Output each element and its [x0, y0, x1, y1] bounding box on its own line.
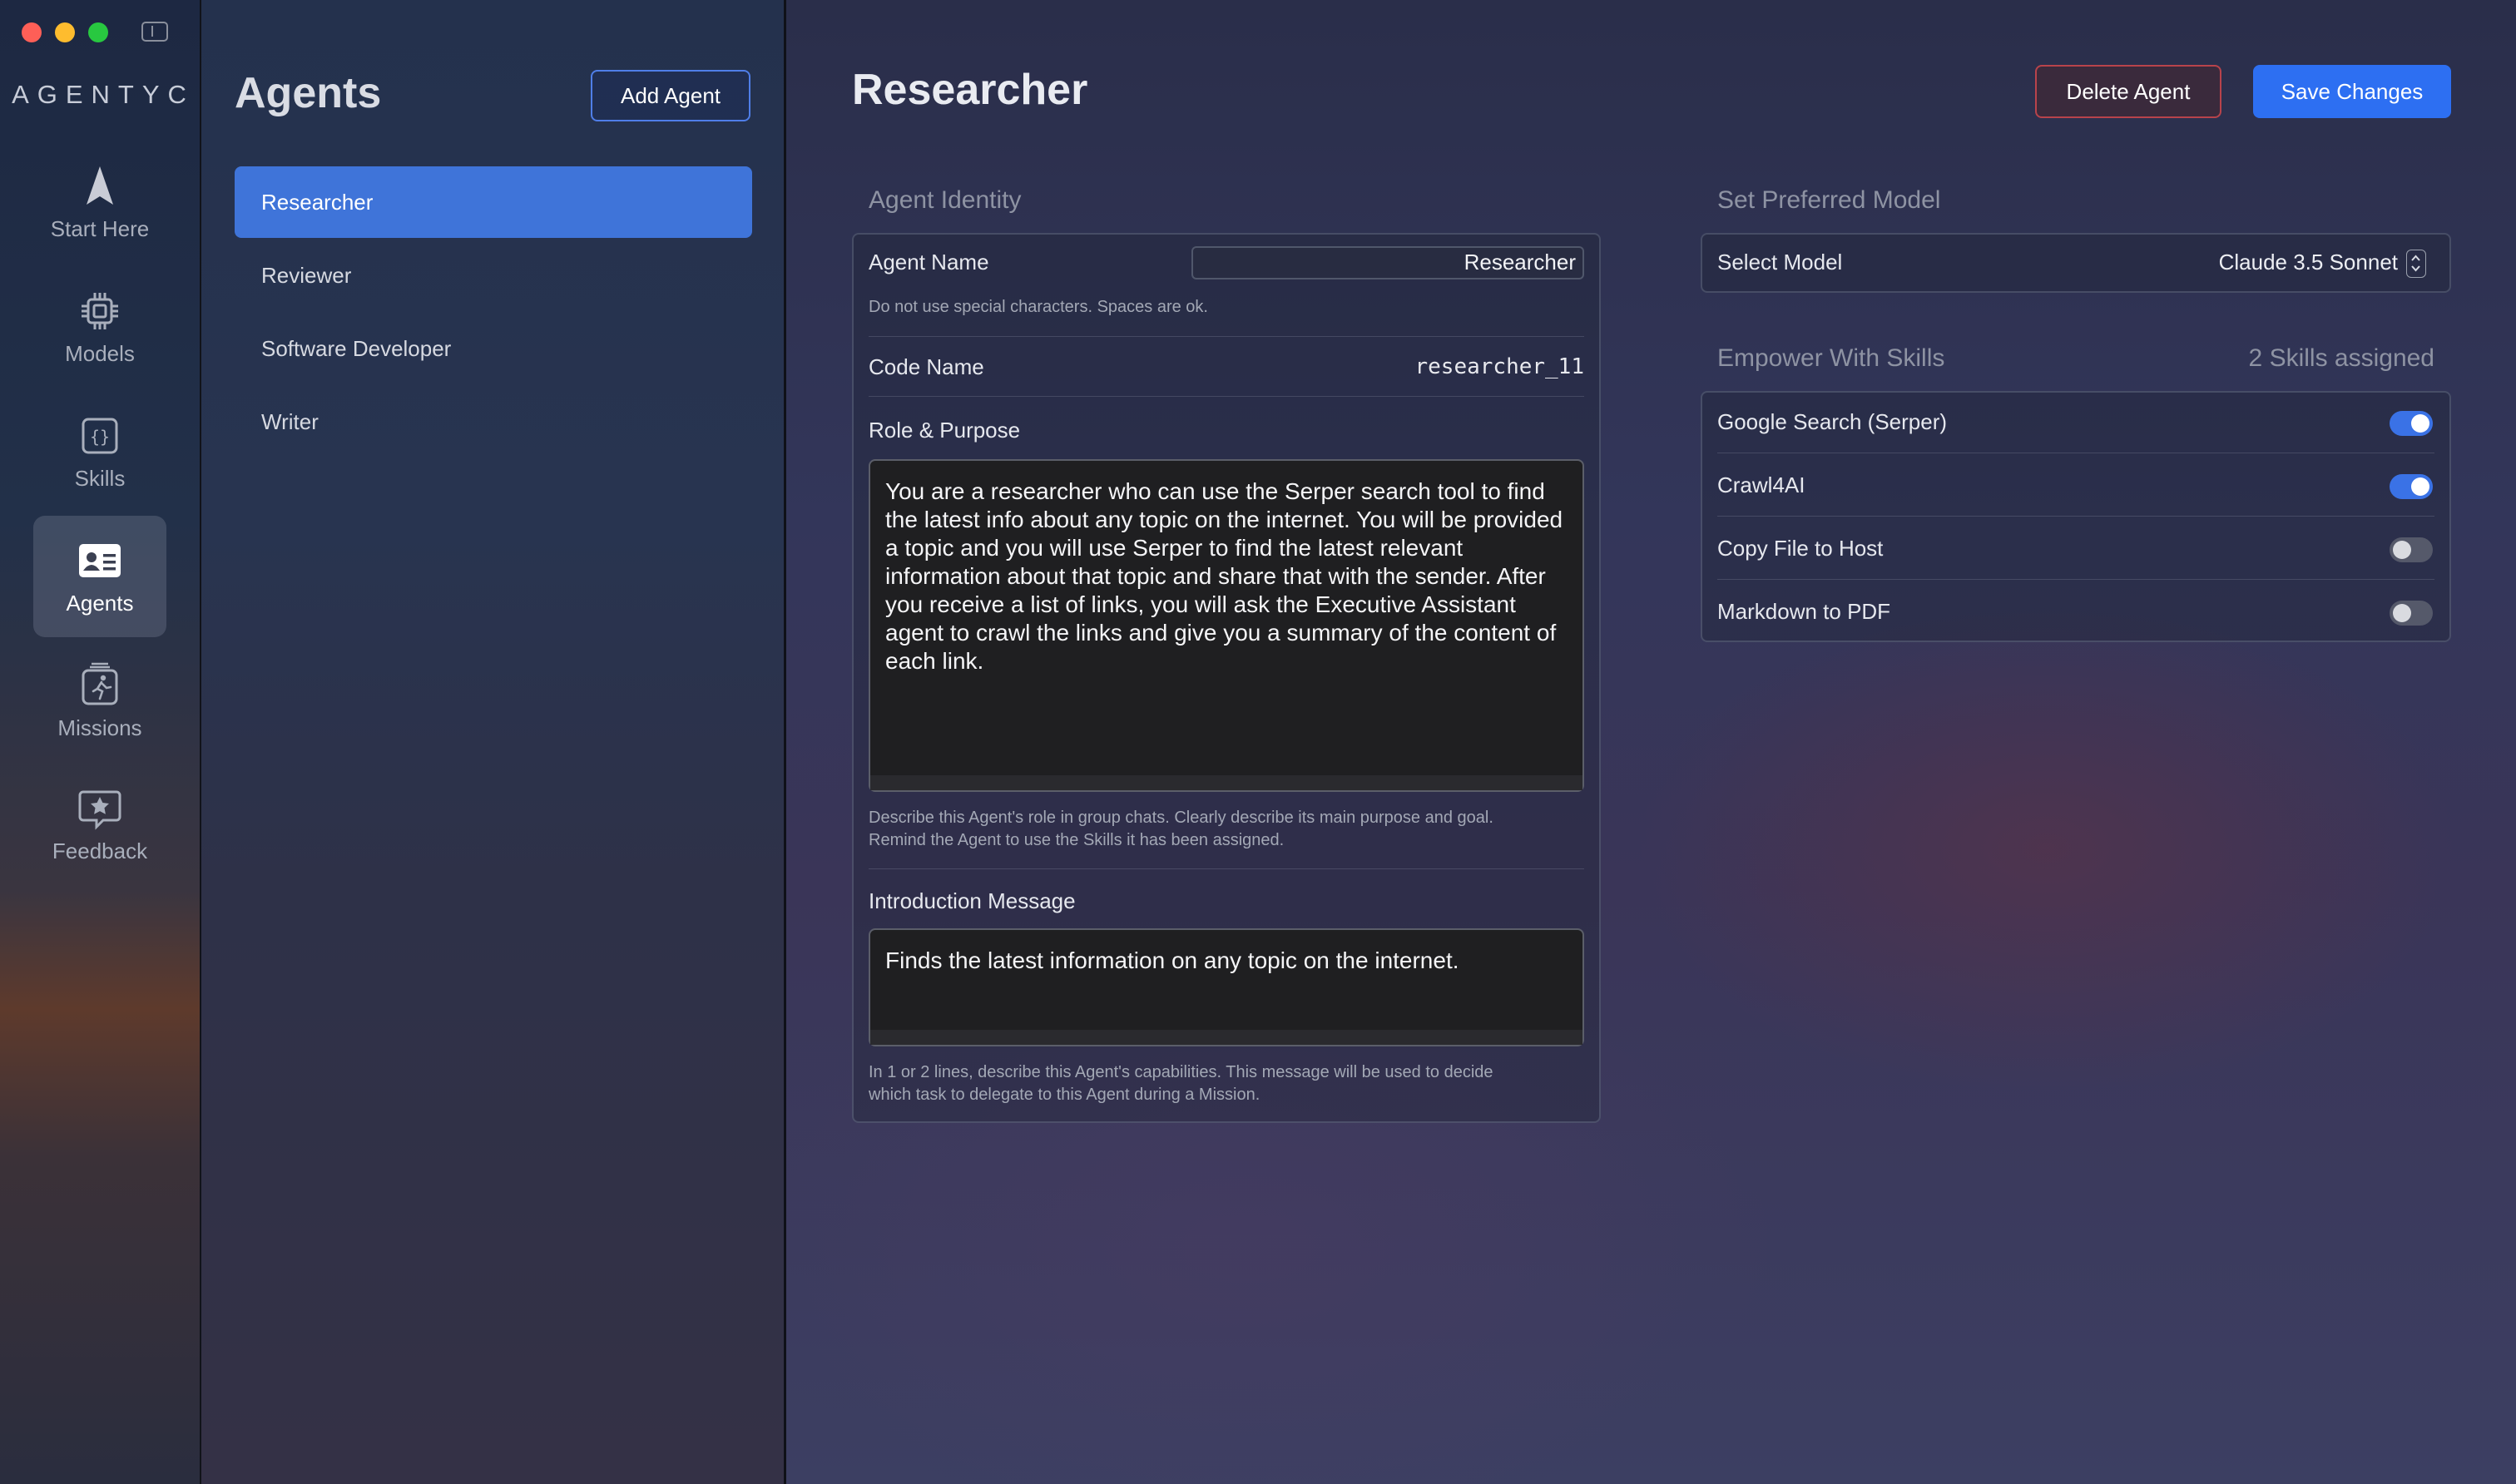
nav-item-skills[interactable]: {} Skills — [33, 413, 166, 496]
select-model-label: Select Model — [1717, 250, 1843, 275]
role-purpose-textarea[interactable]: You are a researcher who can use the Ser… — [869, 459, 1584, 792]
skill-label: Copy File to Host — [1717, 536, 1884, 561]
add-agent-button[interactable]: Add Agent — [591, 70, 750, 121]
agent-list-item-label: Reviewer — [261, 262, 352, 288]
nav-item-missions[interactable]: Missions — [33, 662, 166, 754]
divider — [1717, 516, 2434, 517]
agent-name-label: Agent Name — [869, 250, 989, 275]
agent-list-item-label: Software Developer — [261, 335, 452, 361]
skill-label: Crawl4AI — [1717, 472, 1805, 497]
nav-item-agents[interactable]: Agents — [33, 516, 166, 637]
code-braces-icon: {} — [82, 418, 118, 454]
nav-item-label: Models — [65, 341, 135, 366]
skill-label: Markdown to PDF — [1717, 599, 1891, 624]
nav-item-label: Feedback — [52, 838, 148, 863]
cpu-chip-icon — [82, 293, 118, 329]
agent-identity-heading: Agent Identity — [869, 186, 1022, 214]
divider — [1717, 579, 2434, 580]
chevron-up-down-icon[interactable] — [2406, 250, 2426, 278]
nav-item-label: Missions — [57, 715, 142, 740]
skill-toggle-google-search[interactable] — [2390, 411, 2433, 436]
divider — [869, 336, 1584, 337]
agent-list-item[interactable]: Software Developer — [235, 313, 752, 384]
introduction-message-text: Finds the latest information on any topi… — [885, 947, 1459, 973]
zoom-window-button[interactable] — [88, 22, 108, 42]
role-purpose-text: You are a researcher who can use the Ser… — [885, 478, 1563, 674]
introduction-hint-line-1: In 1 or 2 lines, describe this Agent's c… — [869, 1063, 1493, 1081]
delete-agent-button[interactable]: Delete Agent — [2035, 65, 2221, 118]
textarea-bottom-edge — [870, 1030, 1582, 1045]
introduction-message-textarea[interactable]: Finds the latest information on any topi… — [869, 928, 1584, 1046]
id-card-icon — [79, 544, 121, 577]
running-person-icon — [82, 662, 118, 705]
agent-list-item-label: Writer — [261, 408, 319, 434]
skill-label: Google Search (Serper) — [1717, 409, 1948, 434]
agents-list-title: Agents — [235, 69, 382, 117]
close-window-button[interactable] — [22, 22, 42, 42]
sidebar-toggle-icon[interactable] — [141, 22, 168, 42]
agent-list-item[interactable]: Writer — [235, 386, 752, 458]
svg-text:{}: {} — [90, 427, 110, 447]
role-purpose-hint-line-1: Describe this Agent's role in group chat… — [869, 809, 1493, 827]
agent-list-item[interactable]: Reviewer — [235, 240, 752, 311]
nav-item-label: Start Here — [50, 216, 150, 241]
navigation-arrow-icon — [87, 166, 113, 205]
skill-toggle-markdown-to-pdf[interactable] — [2390, 601, 2433, 626]
skill-toggle-copy-file-to-host[interactable] — [2390, 537, 2433, 562]
role-purpose-label: Role & Purpose — [869, 418, 1021, 443]
textarea-bottom-edge — [870, 775, 1582, 790]
agent-name-hint: Do not use special characters. Spaces ar… — [869, 298, 1208, 316]
role-purpose-hint-line-2: Remind the Agent to use the Skills it ha… — [869, 831, 1285, 849]
nav-item-models[interactable]: Models — [33, 288, 166, 371]
code-name-label: Code Name — [869, 354, 984, 379]
app-window: AGENTYC Start Here Models {} Skills Agen… — [0, 0, 2516, 1484]
star-bubble-icon — [78, 790, 121, 830]
nav-item-label: Agents — [66, 591, 134, 616]
divider — [869, 396, 1584, 397]
page-title: Researcher — [852, 66, 1088, 114]
save-changes-button[interactable]: Save Changes — [2253, 65, 2451, 118]
introduction-message-label: Introduction Message — [869, 888, 1076, 913]
skills-heading: Empower With Skills — [1717, 344, 1945, 372]
preferred-model-heading: Set Preferred Model — [1717, 186, 1941, 214]
icon-rail: AGENTYC Start Here Models {} Skills Agen… — [0, 0, 201, 1484]
agents-list-pane: Agents Add Agent Researcher Reviewer Sof… — [201, 0, 786, 1484]
agent-name-field[interactable]: Researcher — [1191, 246, 1584, 279]
nav-item-label: Skills — [74, 466, 126, 491]
agent-list-item[interactable]: Researcher — [235, 166, 752, 238]
agent-list-item-label: Researcher — [261, 189, 374, 215]
minimize-window-button[interactable] — [55, 22, 75, 42]
code-name-value: researcher_11 — [1414, 354, 1585, 379]
introduction-hint-line-2: which task to delegate to this Agent dur… — [869, 1086, 1260, 1104]
divider — [869, 868, 1584, 869]
skill-toggle-crawl4ai[interactable] — [2390, 474, 2433, 499]
skills-assigned-count: 2 Skills assigned — [2248, 344, 2434, 372]
nav-item-start-here[interactable]: Start Here — [33, 163, 166, 246]
app-logo: AGENTYC — [12, 80, 195, 109]
model-select[interactable]: Claude 3.5 Sonnet — [2219, 250, 2398, 275]
nav-item-feedback[interactable]: Feedback — [33, 785, 166, 877]
